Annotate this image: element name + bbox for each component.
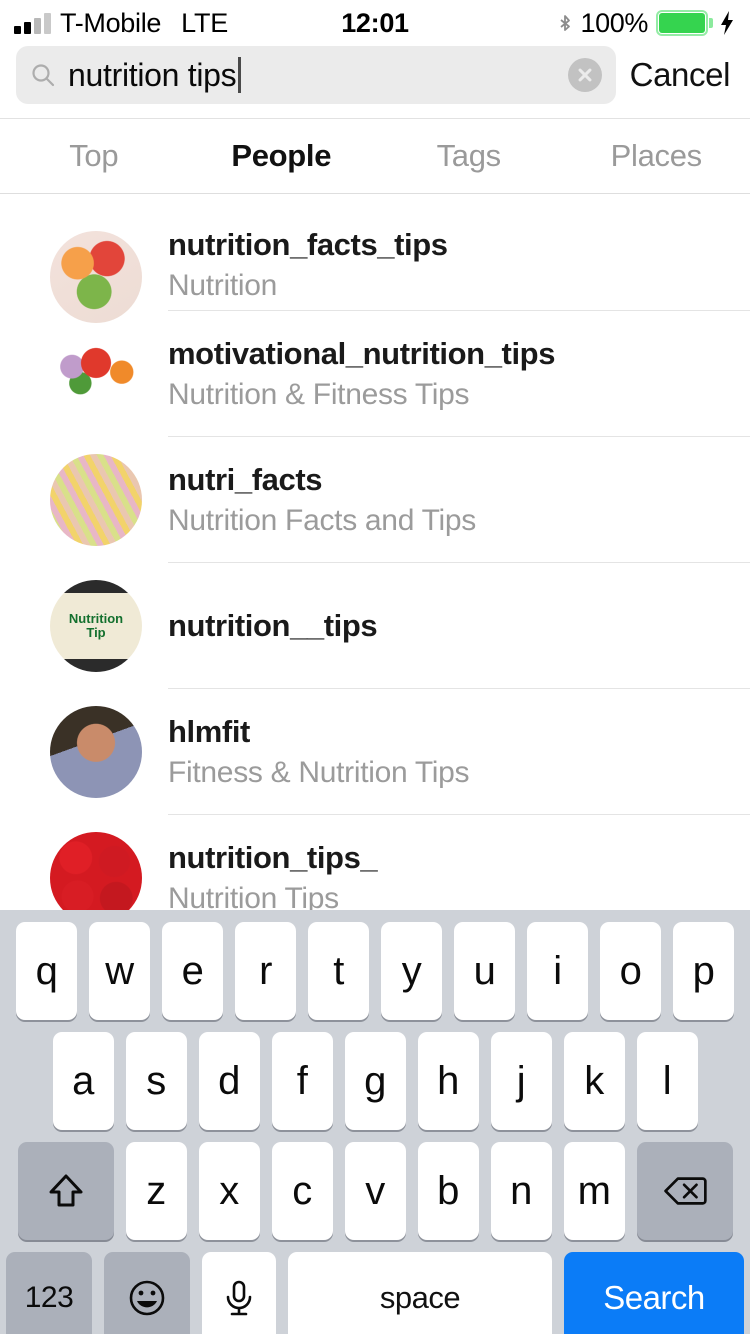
table-row[interactable]: nutrition_tips_ Nutrition Tips	[0, 815, 750, 910]
dictation-key[interactable]	[202, 1252, 276, 1334]
tab-places[interactable]: Places	[563, 138, 750, 174]
key-c[interactable]: c	[272, 1142, 333, 1240]
key-m[interactable]: m	[564, 1142, 625, 1240]
backspace-key[interactable]	[637, 1142, 733, 1240]
username-label: nutrition_tips_	[168, 840, 750, 876]
numbers-key[interactable]: 123	[6, 1252, 92, 1334]
backspace-icon	[662, 1168, 708, 1214]
key-b[interactable]: b	[418, 1142, 479, 1240]
fullname-label: Nutrition Facts and Tips	[168, 504, 750, 538]
search-query-wrap: nutrition tips	[68, 57, 560, 94]
key-k[interactable]: k	[564, 1032, 625, 1130]
username-label: nutrition_facts_tips	[168, 227, 750, 263]
tab-people[interactable]: People	[188, 138, 376, 174]
key-y[interactable]: y	[381, 922, 442, 1020]
fullname-label: Nutrition & Fitness Tips	[168, 378, 750, 412]
key-l[interactable]: l	[637, 1032, 698, 1130]
emoji-key[interactable]	[104, 1252, 190, 1334]
bluetooth-icon	[557, 10, 573, 36]
status-bar: T-Mobile LTE 12:01 100%	[0, 0, 750, 46]
key-i[interactable]: i	[527, 922, 588, 1020]
search-results-list[interactable]: nutrition_facts_tips Nutrition motivatio…	[0, 215, 750, 910]
avatar	[50, 580, 142, 672]
key-e[interactable]: e	[162, 922, 223, 1020]
key-n[interactable]: n	[491, 1142, 552, 1240]
search-query-text: nutrition tips	[68, 57, 236, 94]
table-row[interactable]: hlmfit Fitness & Nutrition Tips	[0, 689, 750, 815]
microphone-icon	[216, 1275, 262, 1321]
text-cursor	[238, 57, 241, 93]
key-a[interactable]: a	[53, 1032, 114, 1130]
search-key[interactable]: Search	[564, 1252, 744, 1334]
key-g[interactable]: g	[345, 1032, 406, 1130]
key-o[interactable]: o	[600, 922, 661, 1020]
status-bar-right: 100%	[557, 8, 736, 39]
clear-circle-icon[interactable]	[568, 58, 602, 92]
phone-screen: T-Mobile LTE 12:01 100% nutrition tips	[0, 0, 750, 1334]
network-type-label: LTE	[181, 8, 228, 39]
cancel-button[interactable]: Cancel	[630, 56, 734, 94]
result-meta: nutrition__tips	[168, 608, 750, 644]
key-j[interactable]: j	[491, 1032, 552, 1130]
result-meta: hlmfit Fitness & Nutrition Tips	[168, 714, 750, 790]
battery-icon	[656, 10, 708, 36]
shift-arrow-icon	[43, 1168, 89, 1214]
key-p[interactable]: p	[673, 922, 734, 1020]
battery-percent-label: 100%	[581, 8, 648, 39]
table-row[interactable]: motivational_nutrition_tips Nutrition & …	[0, 311, 750, 437]
username-label: nutrition__tips	[168, 608, 750, 644]
keyboard-row-1: q w e r t y u i o p	[0, 922, 750, 1020]
avatar	[50, 328, 142, 420]
key-x[interactable]: x	[199, 1142, 260, 1240]
key-f[interactable]: f	[272, 1032, 333, 1130]
tab-tags[interactable]: Tags	[375, 138, 563, 174]
result-meta: motivational_nutrition_tips Nutrition & …	[168, 336, 750, 412]
result-meta: nutrition_tips_ Nutrition Tips	[168, 840, 750, 910]
avatar	[50, 231, 142, 323]
tab-top[interactable]: Top	[0, 138, 188, 174]
avatar	[50, 832, 142, 910]
on-screen-keyboard[interactable]: q w e r t y u i o p a s d f g h j k l	[0, 910, 750, 1334]
key-t[interactable]: t	[308, 922, 369, 1020]
shift-key[interactable]	[18, 1142, 114, 1240]
search-icon	[30, 62, 56, 88]
table-row[interactable]: nutri_facts Nutrition Facts and Tips	[0, 437, 750, 563]
username-label: nutri_facts	[168, 462, 750, 498]
search-tab-bar: Top People Tags Places	[0, 118, 750, 194]
key-u[interactable]: u	[454, 922, 515, 1020]
search-input[interactable]: nutrition tips	[16, 46, 616, 104]
key-h[interactable]: h	[418, 1032, 479, 1130]
table-row[interactable]: nutrition_facts_tips Nutrition	[0, 215, 750, 311]
fullname-label: Nutrition Tips	[168, 882, 750, 910]
keyboard-row-2: a s d f g h j k l	[0, 1032, 750, 1130]
avatar	[50, 454, 142, 546]
username-label: motivational_nutrition_tips	[168, 336, 750, 372]
fullname-label: Nutrition	[168, 269, 750, 303]
carrier-label: T-Mobile	[60, 8, 161, 39]
result-meta: nutrition_facts_tips Nutrition	[168, 253, 750, 303]
key-s[interactable]: s	[126, 1032, 187, 1130]
key-r[interactable]: r	[235, 922, 296, 1020]
avatar	[50, 706, 142, 798]
key-w[interactable]: w	[89, 922, 150, 1020]
cellular-signal-icon	[14, 12, 51, 34]
keyboard-row-4: 123 space Search	[0, 1252, 750, 1334]
emoji-smiley-icon	[124, 1275, 170, 1321]
status-bar-left: T-Mobile LTE	[14, 8, 228, 39]
key-z[interactable]: z	[126, 1142, 187, 1240]
lightning-bolt-icon	[718, 10, 736, 36]
username-label: hlmfit	[168, 714, 750, 750]
key-q[interactable]: q	[16, 922, 77, 1020]
search-bar: nutrition tips Cancel	[0, 46, 750, 118]
fullname-label: Fitness & Nutrition Tips	[168, 756, 750, 790]
table-row[interactable]: nutrition__tips	[0, 563, 750, 689]
key-d[interactable]: d	[199, 1032, 260, 1130]
keyboard-row-3: z x c v b n m	[0, 1142, 750, 1240]
key-v[interactable]: v	[345, 1142, 406, 1240]
result-meta: nutri_facts Nutrition Facts and Tips	[168, 462, 750, 538]
space-key[interactable]: space	[288, 1252, 552, 1334]
